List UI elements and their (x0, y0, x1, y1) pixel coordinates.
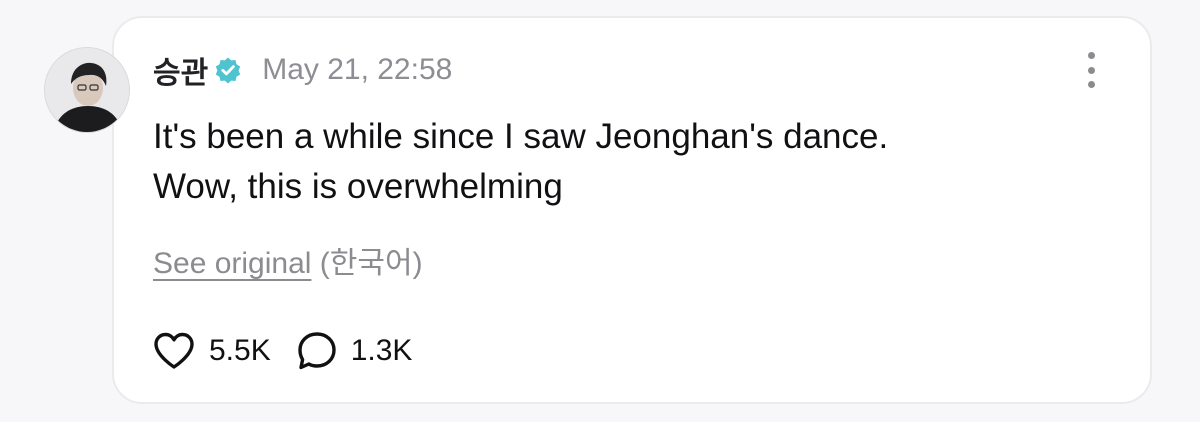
like-count: 5.5K (209, 334, 271, 367)
avatar[interactable] (44, 47, 130, 133)
comment-button[interactable]: 1.3K (297, 331, 413, 371)
like-button[interactable]: 5.5K (153, 332, 271, 370)
post-timestamp: May 21, 22:58 (262, 53, 453, 86)
post-text: It's been a while since I saw Jeonghan's… (153, 112, 1113, 212)
more-vertical-icon[interactable] (1081, 52, 1101, 88)
original-language: (한국어) (319, 247, 423, 280)
see-original-link[interactable]: See original (153, 247, 311, 280)
translation-note: See original (한국어) (153, 238, 423, 282)
post-header: 승관 May 21, 22:58 (153, 50, 452, 90)
comment-bubble-icon (298, 332, 336, 370)
comment-count: 1.3K (350, 334, 413, 367)
post-text-line-1: It's been a while since I saw Jeonghan's… (153, 117, 889, 156)
heart-icon (154, 332, 194, 369)
post-text-line-2: Wow, this is overwhelming (153, 167, 563, 206)
verified-badge-icon (214, 56, 242, 84)
author-name[interactable]: 승관 (153, 48, 208, 92)
post-actions: 5.5K 1.3K (153, 330, 412, 372)
